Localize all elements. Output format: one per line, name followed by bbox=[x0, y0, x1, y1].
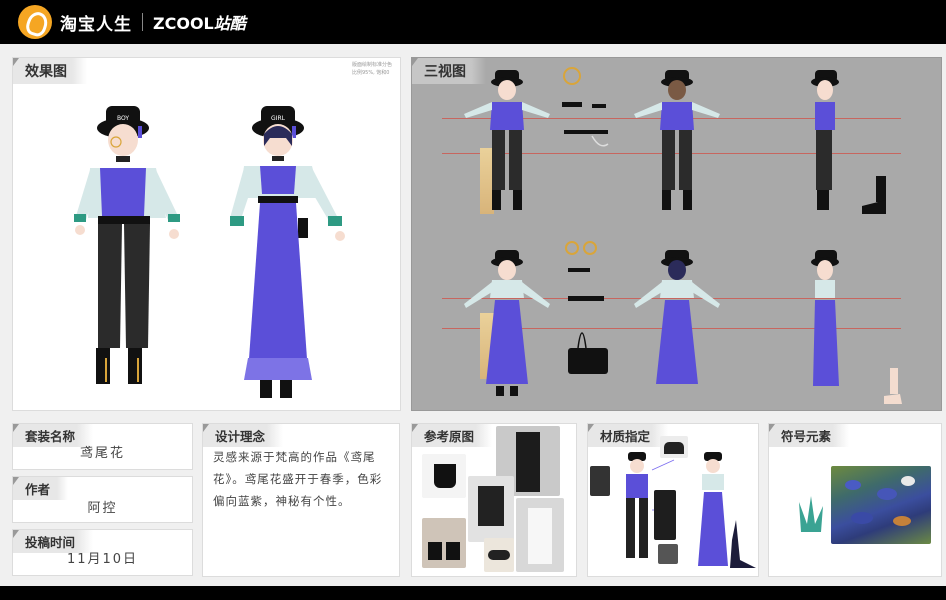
concept-text: 灵感来源于梵高的作品《鸢尾花》。鸢尾花盛开于春季，色彩偏向蓝紫，神秘有个性。 bbox=[213, 450, 383, 508]
author-panel: 作者 阿控 bbox=[12, 476, 193, 523]
material-title: 材质指定 bbox=[588, 424, 669, 447]
concept-panel: 设计理念 灵感来源于梵高的作品《鸢尾花》。鸢尾花盛开于春季，色彩偏向蓝紫，神秘有… bbox=[202, 423, 400, 577]
boy-hat-label: BOY bbox=[117, 115, 129, 122]
material-characters bbox=[626, 452, 756, 568]
boot-sketch bbox=[862, 176, 886, 214]
material-swatch-coat bbox=[590, 466, 610, 496]
material-panel: 材质指定 bbox=[587, 423, 759, 577]
suit-name-value: 鸢尾花 bbox=[79, 446, 125, 461]
iris-leaf-icon bbox=[799, 496, 823, 532]
three-view-girl-front bbox=[464, 250, 550, 396]
effect-panel: 效果图 版面绘制标准分色 比例95%, 饱和0 BOY GIRL bbox=[12, 57, 401, 411]
three-view-boy-side bbox=[811, 70, 839, 210]
bag-and-earring-sketches bbox=[565, 241, 608, 374]
foot-sketch bbox=[884, 368, 902, 404]
girl-hat-label: GIRL bbox=[271, 115, 286, 122]
reference-photo-halter-top bbox=[422, 454, 466, 498]
reference-photo-vest bbox=[468, 476, 514, 542]
brand-divider bbox=[142, 13, 143, 31]
three-view-panel: 三视图 bbox=[411, 57, 942, 411]
effect-note: 版面绘制标准分色 比例95%, 饱和0 bbox=[351, 62, 392, 76]
reference-photo-belt bbox=[484, 538, 514, 572]
reference-photo-shoes bbox=[422, 518, 466, 568]
submit-time-panel: 投稿时间 11月10日 bbox=[12, 529, 193, 576]
author-value: 阿控 bbox=[87, 501, 118, 516]
accessory-sketches bbox=[562, 67, 609, 147]
van-gogh-irises-painting bbox=[831, 466, 931, 544]
character-boy-front: BOY bbox=[74, 106, 180, 384]
submit-time-value: 11月10日 bbox=[66, 552, 139, 567]
brand-zcool: ZCOOL站酷 bbox=[153, 14, 246, 33]
symbol-title: 符号元素 bbox=[769, 424, 850, 447]
reference-title: 参考原图 bbox=[412, 424, 493, 447]
brand-taobao-life: 淘宝人生 bbox=[60, 14, 132, 35]
suit-name-panel: 套装名称 鸢尾花 bbox=[12, 423, 193, 470]
reference-panel: 参考原图 bbox=[411, 423, 577, 577]
effect-title: 效果图 bbox=[13, 58, 87, 84]
top-bar: 淘宝人生 ZCOOL站酷 bbox=[0, 0, 946, 44]
three-view-boy-front bbox=[464, 70, 550, 210]
taobao-life-logo-icon bbox=[18, 5, 52, 39]
three-view-girl-back bbox=[634, 250, 720, 384]
concept-title: 设计理念 bbox=[203, 424, 284, 447]
character-girl-front: GIRL bbox=[230, 106, 345, 398]
three-view-boy-back bbox=[634, 70, 720, 210]
reference-photo-blouse bbox=[516, 498, 564, 572]
three-view-girl-side bbox=[811, 250, 839, 386]
symbol-panel: 符号元素 bbox=[768, 423, 942, 577]
bottom-bar bbox=[0, 586, 946, 600]
